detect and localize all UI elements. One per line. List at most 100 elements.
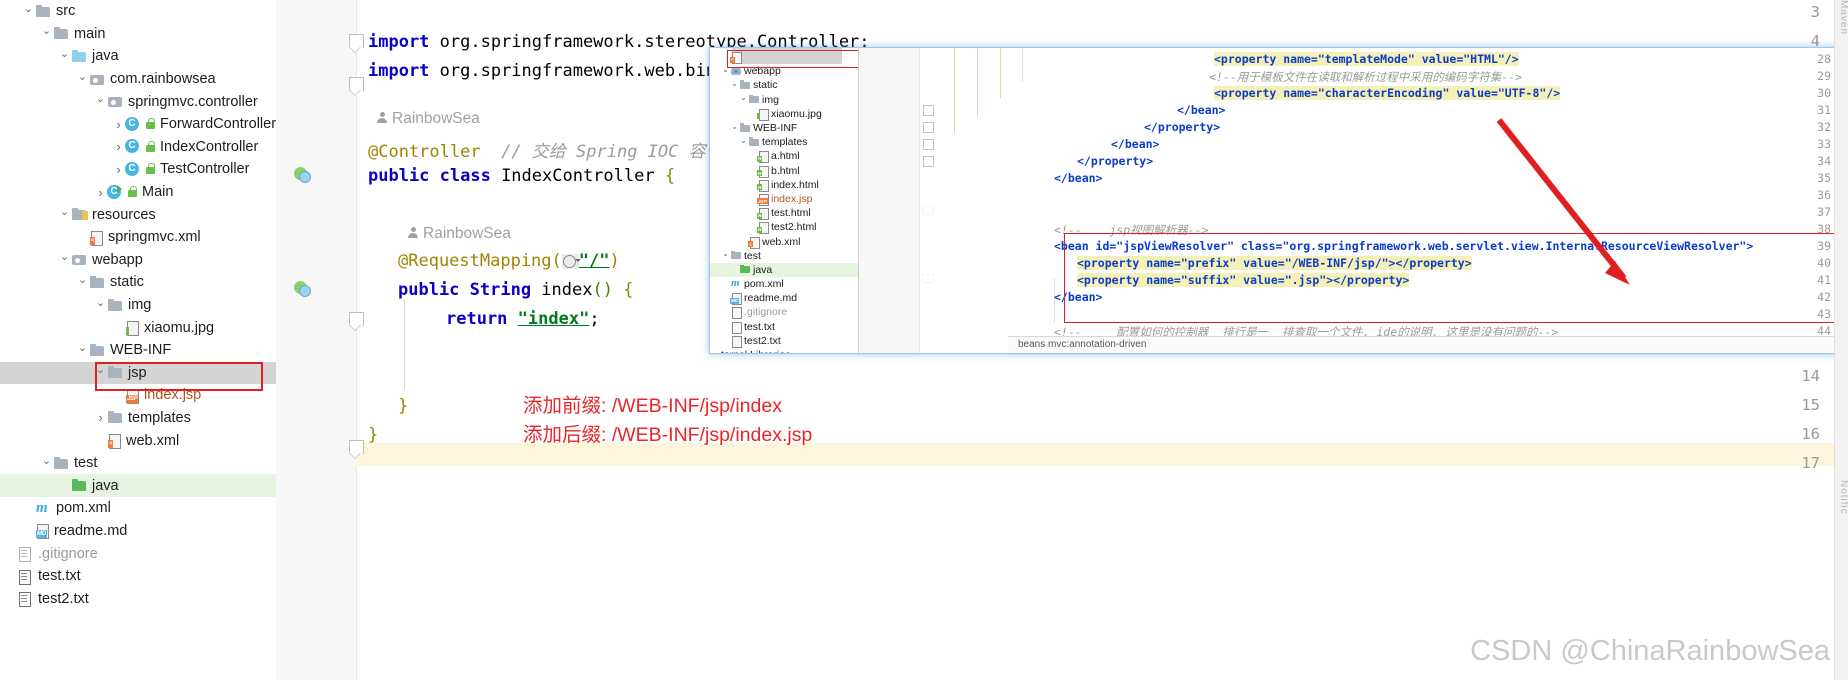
overlay-xml-code-area[interactable]: 28 29 30 31 32 33 34 35 36 37 38 39 40 4… (859, 48, 1848, 353)
tree-item-indexcontroller[interactable]: IndexController (0, 136, 276, 159)
overlay-tree-item-test-html[interactable]: H test.html (710, 206, 858, 221)
chevron-down-icon[interactable] (76, 344, 89, 357)
right-tool-strip[interactable]: Maven Notific (1834, 0, 1848, 680)
tree-item-test-txt[interactable]: test.txt (0, 565, 276, 588)
chevron-right-icon[interactable] (112, 117, 125, 132)
chevron-down-icon[interactable] (40, 457, 53, 470)
overlay-tree-item-readme-md[interactable]: MD readme.md (710, 291, 858, 306)
fold-region-icon[interactable] (923, 156, 934, 167)
tree-item-templates[interactable]: templates (0, 407, 276, 430)
chevron-right-icon[interactable] (112, 162, 125, 177)
overlay-tree-item-web-inf[interactable]: WEB-INF (710, 121, 858, 135)
chevron-down-icon[interactable] (94, 366, 107, 379)
tree-item-testcontroller[interactable]: TestController (0, 158, 276, 181)
chevron-down-icon[interactable] (739, 138, 748, 147)
tree-item-java[interactable]: java (0, 45, 276, 68)
overlay-code-line-29[interactable]: <!--用于模板文件在读取和解析过程中采用的编码字符集--> (1209, 69, 1522, 85)
chevron-down-icon[interactable] (730, 81, 739, 90)
overlay-tree-item-test2-html[interactable]: H test2.html (710, 220, 858, 235)
overlay-tree-item-index-jsp[interactable]: JSP index.jsp (710, 192, 858, 206)
code-line-5[interactable]: import org.springframework.web.bin (368, 61, 716, 81)
overlay-tree-item-web-xml[interactable]: < web.xml (710, 234, 858, 249)
tree-item-main[interactable]: main (0, 23, 276, 46)
overlay-code-line-35[interactable]: </bean> (1054, 171, 1102, 185)
code-line-12[interactable]: return "index"; (446, 309, 600, 329)
tree-item-readme-md[interactable]: MD readme.md (0, 520, 276, 543)
overlay-tree-item-b-html[interactable]: H b.html (710, 164, 858, 178)
tree-item-test2-txt[interactable]: test2.txt (0, 587, 276, 610)
overlay-tree-item-static[interactable]: static (710, 78, 858, 92)
overlay-gutter[interactable] (859, 48, 920, 353)
fold-region-icon[interactable] (923, 207, 933, 214)
notifications-tool-label[interactable]: Notific (1838, 480, 1848, 515)
tree-item-gitignore[interactable]: .gitignore (0, 542, 276, 565)
fold-region-icon[interactable] (349, 312, 364, 326)
fold-region-icon[interactable] (349, 34, 364, 48)
overlay-code-line-30[interactable]: <property name="characterEncoding" value… (1214, 86, 1561, 100)
overlay-project-tree[interactable]: < springmvc.xml webapp static img xiaomu… (710, 48, 859, 353)
overlay-tree-item-gitignore[interactable]: .gitignore (710, 305, 858, 320)
tree-item-static[interactable]: static (0, 271, 276, 294)
fold-region-icon[interactable] (923, 139, 934, 150)
code-line-7[interactable]: @Controller // 交给 Spring IOC 容 (368, 137, 706, 162)
tree-item-test[interactable]: test (0, 452, 276, 475)
overlay-code-line-34[interactable]: </property> (1077, 154, 1153, 168)
overlay-tree-item-img[interactable]: img (710, 93, 858, 107)
fold-region-icon[interactable] (923, 275, 933, 282)
overlay-tree-item-external-libraries[interactable]: ternal Libraries (710, 348, 858, 353)
tree-item-main-class[interactable]: Main (0, 181, 276, 204)
code-line-10[interactable]: @RequestMapping("/") (398, 251, 620, 271)
tree-item-index-jsp[interactable]: JSP index.jsp (0, 384, 276, 407)
code-line-11[interactable]: public String index() { (398, 280, 633, 300)
chevron-right-icon[interactable] (112, 139, 125, 154)
overlay-tree-item-test2-txt[interactable]: test2.txt (710, 334, 858, 348)
overlay-tree-item-index-html[interactable]: H index.html (710, 178, 858, 192)
springmvc-xml-overlay-window[interactable]: < springmvc.xml webapp static img xiaomu… (709, 47, 1848, 354)
overlay-tree-item-a-html[interactable]: H a.html (710, 149, 858, 164)
chevron-down-icon[interactable] (58, 253, 71, 266)
overlay-tree-item-test-java[interactable]: java (710, 262, 858, 277)
tree-item-xiaomu-jpg[interactable]: xiaomu.jpg (0, 316, 276, 339)
tree-item-springmvc-controller[interactable]: springmvc.controller (0, 90, 276, 113)
tree-item-webapp[interactable]: webapp (0, 249, 276, 272)
overlay-code-line-28[interactable]: <property name="templateMode" value="HTM… (1214, 52, 1519, 66)
chevron-down-icon[interactable] (721, 67, 730, 76)
overlay-code-line-31[interactable]: </bean> (1177, 103, 1225, 117)
overlay-tree-item-templates[interactable]: templates (710, 135, 858, 149)
chevron-down-icon[interactable] (58, 208, 71, 221)
tree-item-pom-xml[interactable]: pom.xml (0, 497, 276, 520)
overlay-code-line-32[interactable]: </property> (1144, 120, 1220, 134)
spring-bean-gutter-icon[interactable] (294, 167, 311, 183)
fold-region-icon[interactable] (923, 122, 934, 133)
chevron-down-icon[interactable] (58, 50, 71, 63)
tree-item-com-rainbowsea[interactable]: com.rainbowsea (0, 68, 276, 91)
fold-region-icon[interactable] (349, 77, 364, 91)
tree-item-resources[interactable]: resources (0, 203, 276, 226)
overlay-code-line-33[interactable]: </bean> (1111, 137, 1159, 151)
project-tree-panel[interactable]: src main java com.rainbowsea springmvc.c… (0, 0, 277, 680)
tree-item-img[interactable]: img (0, 294, 276, 317)
fold-region-icon[interactable] (349, 440, 364, 454)
tree-item-jsp-folder[interactable]: jsp (0, 361, 276, 385)
chevron-down-icon[interactable] (22, 5, 35, 18)
editor-gutter[interactable] (288, 0, 357, 680)
chevron-down-icon[interactable] (76, 73, 89, 86)
spring-bean-gutter-icon[interactable] (294, 281, 311, 297)
chevron-right-icon[interactable] (94, 410, 107, 425)
maven-tool-label[interactable]: Maven (1838, 0, 1848, 35)
chevron-down-icon[interactable] (40, 27, 53, 40)
overlay-breadcrumb-bar[interactable]: beans mvc:annotation-driven (1008, 336, 1848, 353)
tree-item-web-xml[interactable]: < web.xml (0, 429, 276, 452)
overlay-tree-item-test[interactable]: test (710, 249, 858, 263)
code-line-8[interactable]: public class IndexController { (368, 166, 675, 186)
chevron-down-icon[interactable] (730, 124, 739, 133)
web-url-gutter-icon[interactable] (561, 254, 581, 269)
tree-item-src[interactable]: src (0, 0, 276, 23)
code-line-15[interactable]: } (398, 396, 408, 416)
overlay-tree-item-test-txt[interactable]: test.txt (710, 320, 858, 334)
code-line-16[interactable]: } (368, 425, 378, 445)
chevron-down-icon[interactable] (721, 251, 730, 260)
tree-item-web-inf[interactable]: WEB-INF (0, 339, 276, 362)
tree-item-springmvc-xml[interactable]: < springmvc.xml (0, 226, 276, 249)
fold-region-icon[interactable] (923, 105, 934, 116)
